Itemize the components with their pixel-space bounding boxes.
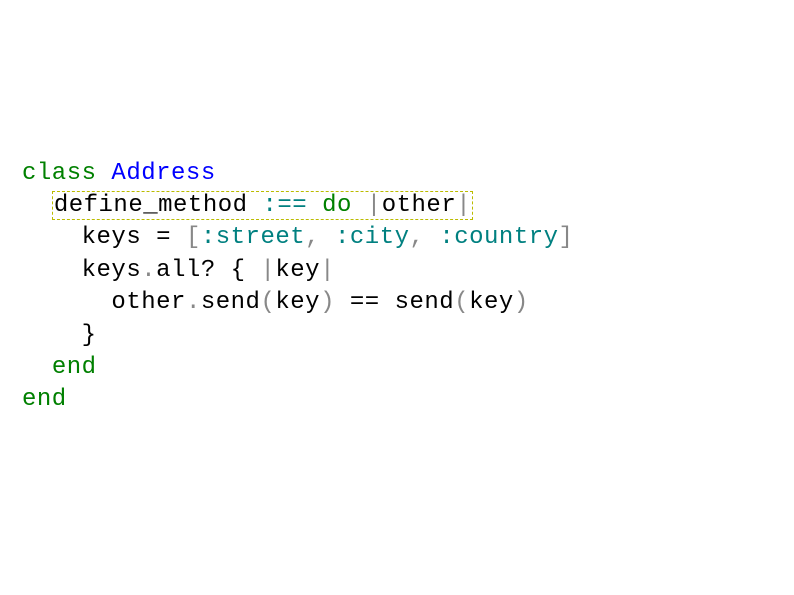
keyword-end: end — [52, 354, 97, 381]
paren-open: ( — [454, 289, 469, 316]
method-all: all? — [156, 257, 216, 284]
dot: . — [141, 257, 156, 284]
paren-open: ( — [260, 289, 275, 316]
comma: , — [410, 224, 440, 251]
equals: = — [141, 224, 186, 251]
symbol-eq: :== — [262, 192, 307, 219]
brace-open: { — [216, 257, 261, 284]
symbol-country: :country — [439, 224, 558, 251]
bracket-open: [ — [186, 224, 201, 251]
var-other: other — [111, 289, 186, 316]
method-define: define_method — [54, 192, 248, 219]
highlighted-line: define_method :== do |other| — [52, 191, 473, 220]
code-block: class Address define_method :== do |othe… — [22, 158, 772, 417]
symbol-street: :street — [201, 224, 305, 251]
class-name: Address — [111, 160, 215, 187]
paren-close: ) — [514, 289, 529, 316]
param-other: other — [382, 192, 457, 219]
pipe: | — [367, 192, 382, 219]
var-keys: keys — [82, 257, 142, 284]
symbol-city: :city — [335, 224, 410, 251]
arg-key: key — [469, 289, 514, 316]
brace-close: } — [82, 322, 97, 349]
operator-eq: == — [335, 289, 395, 316]
comma: , — [305, 224, 335, 251]
pipe: | — [260, 257, 275, 284]
method-send: send — [201, 289, 261, 316]
var-keys: keys — [82, 224, 142, 251]
keyword-end: end — [22, 386, 67, 413]
keyword-class: class — [22, 160, 97, 187]
keyword-do: do — [322, 192, 352, 219]
dot: . — [186, 289, 201, 316]
method-send: send — [395, 289, 455, 316]
paren-close: ) — [320, 289, 335, 316]
param-key: key — [275, 257, 320, 284]
pipe: | — [456, 192, 471, 219]
bracket-close: ] — [559, 224, 574, 251]
arg-key: key — [275, 289, 320, 316]
pipe: | — [320, 257, 335, 284]
